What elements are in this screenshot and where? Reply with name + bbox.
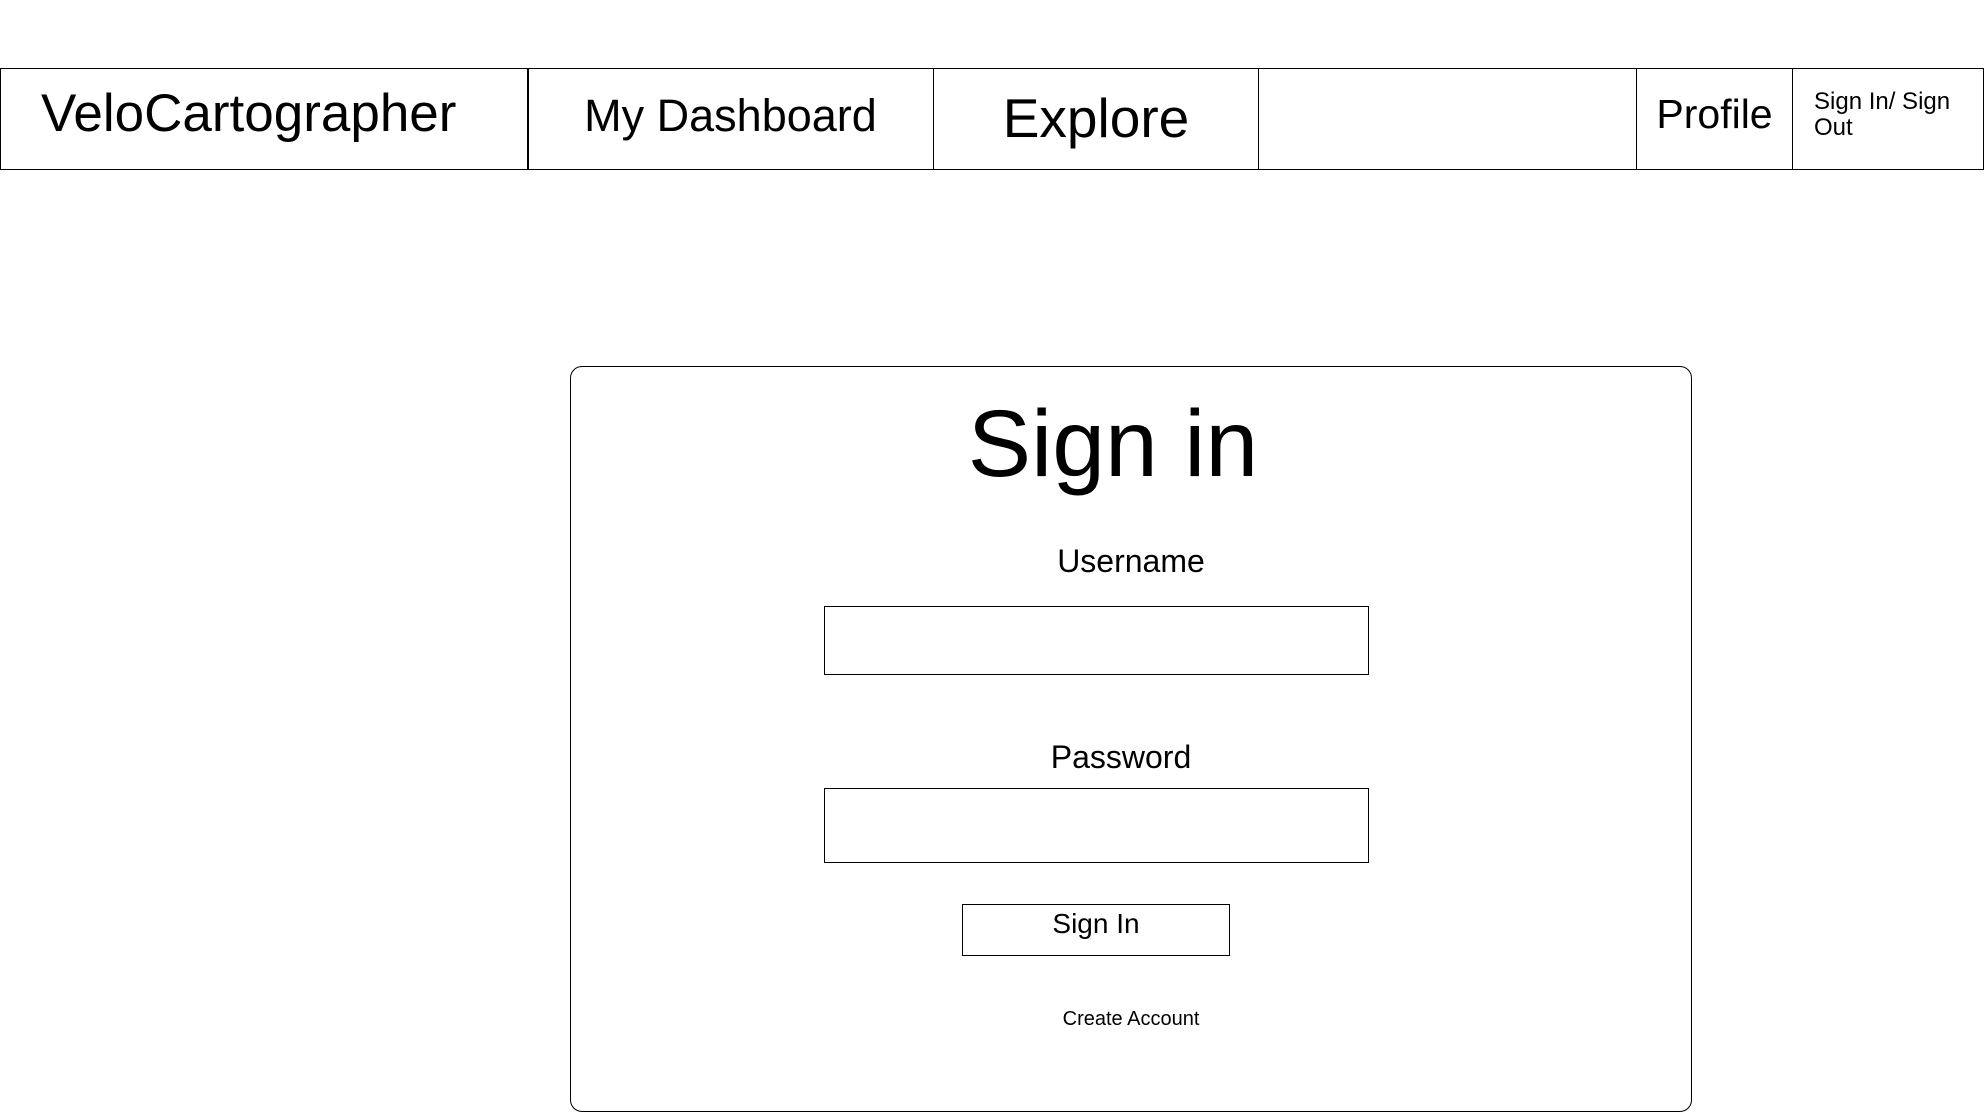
sign-in-button[interactable]: Sign In (962, 904, 1230, 956)
nav-my-dashboard-label: My Dashboard (584, 90, 877, 141)
nav-explore[interactable]: Explore (933, 68, 1259, 170)
nav-sign-in-out[interactable]: Sign In/ Sign Out (1792, 68, 1984, 170)
username-input[interactable] (824, 606, 1369, 675)
brand-logo[interactable]: VeloCartographer (0, 68, 529, 170)
password-input[interactable] (824, 788, 1369, 863)
sign-in-title: Sign in (967, 391, 1259, 497)
brand-name: VeloCartographer (41, 83, 457, 143)
create-account-link[interactable]: Create Account (571, 1008, 1691, 1031)
nav-profile-label: Profile (1656, 90, 1773, 137)
nav-profile[interactable]: Profile (1636, 68, 1793, 170)
nav-empty-cell (1258, 68, 1637, 170)
nav-explore-label: Explore (1002, 87, 1190, 149)
top-navbar: VeloCartographer My Dashboard Explore Pr… (0, 68, 1984, 170)
nav-sign-in-out-label: Sign In/ Sign Out (1814, 88, 1951, 141)
password-label: Password (1050, 739, 1192, 775)
nav-my-dashboard[interactable]: My Dashboard (527, 68, 934, 170)
sign-in-card: Sign in Username Password Sign In Create… (570, 366, 1692, 1112)
username-label: Username (1057, 543, 1205, 579)
